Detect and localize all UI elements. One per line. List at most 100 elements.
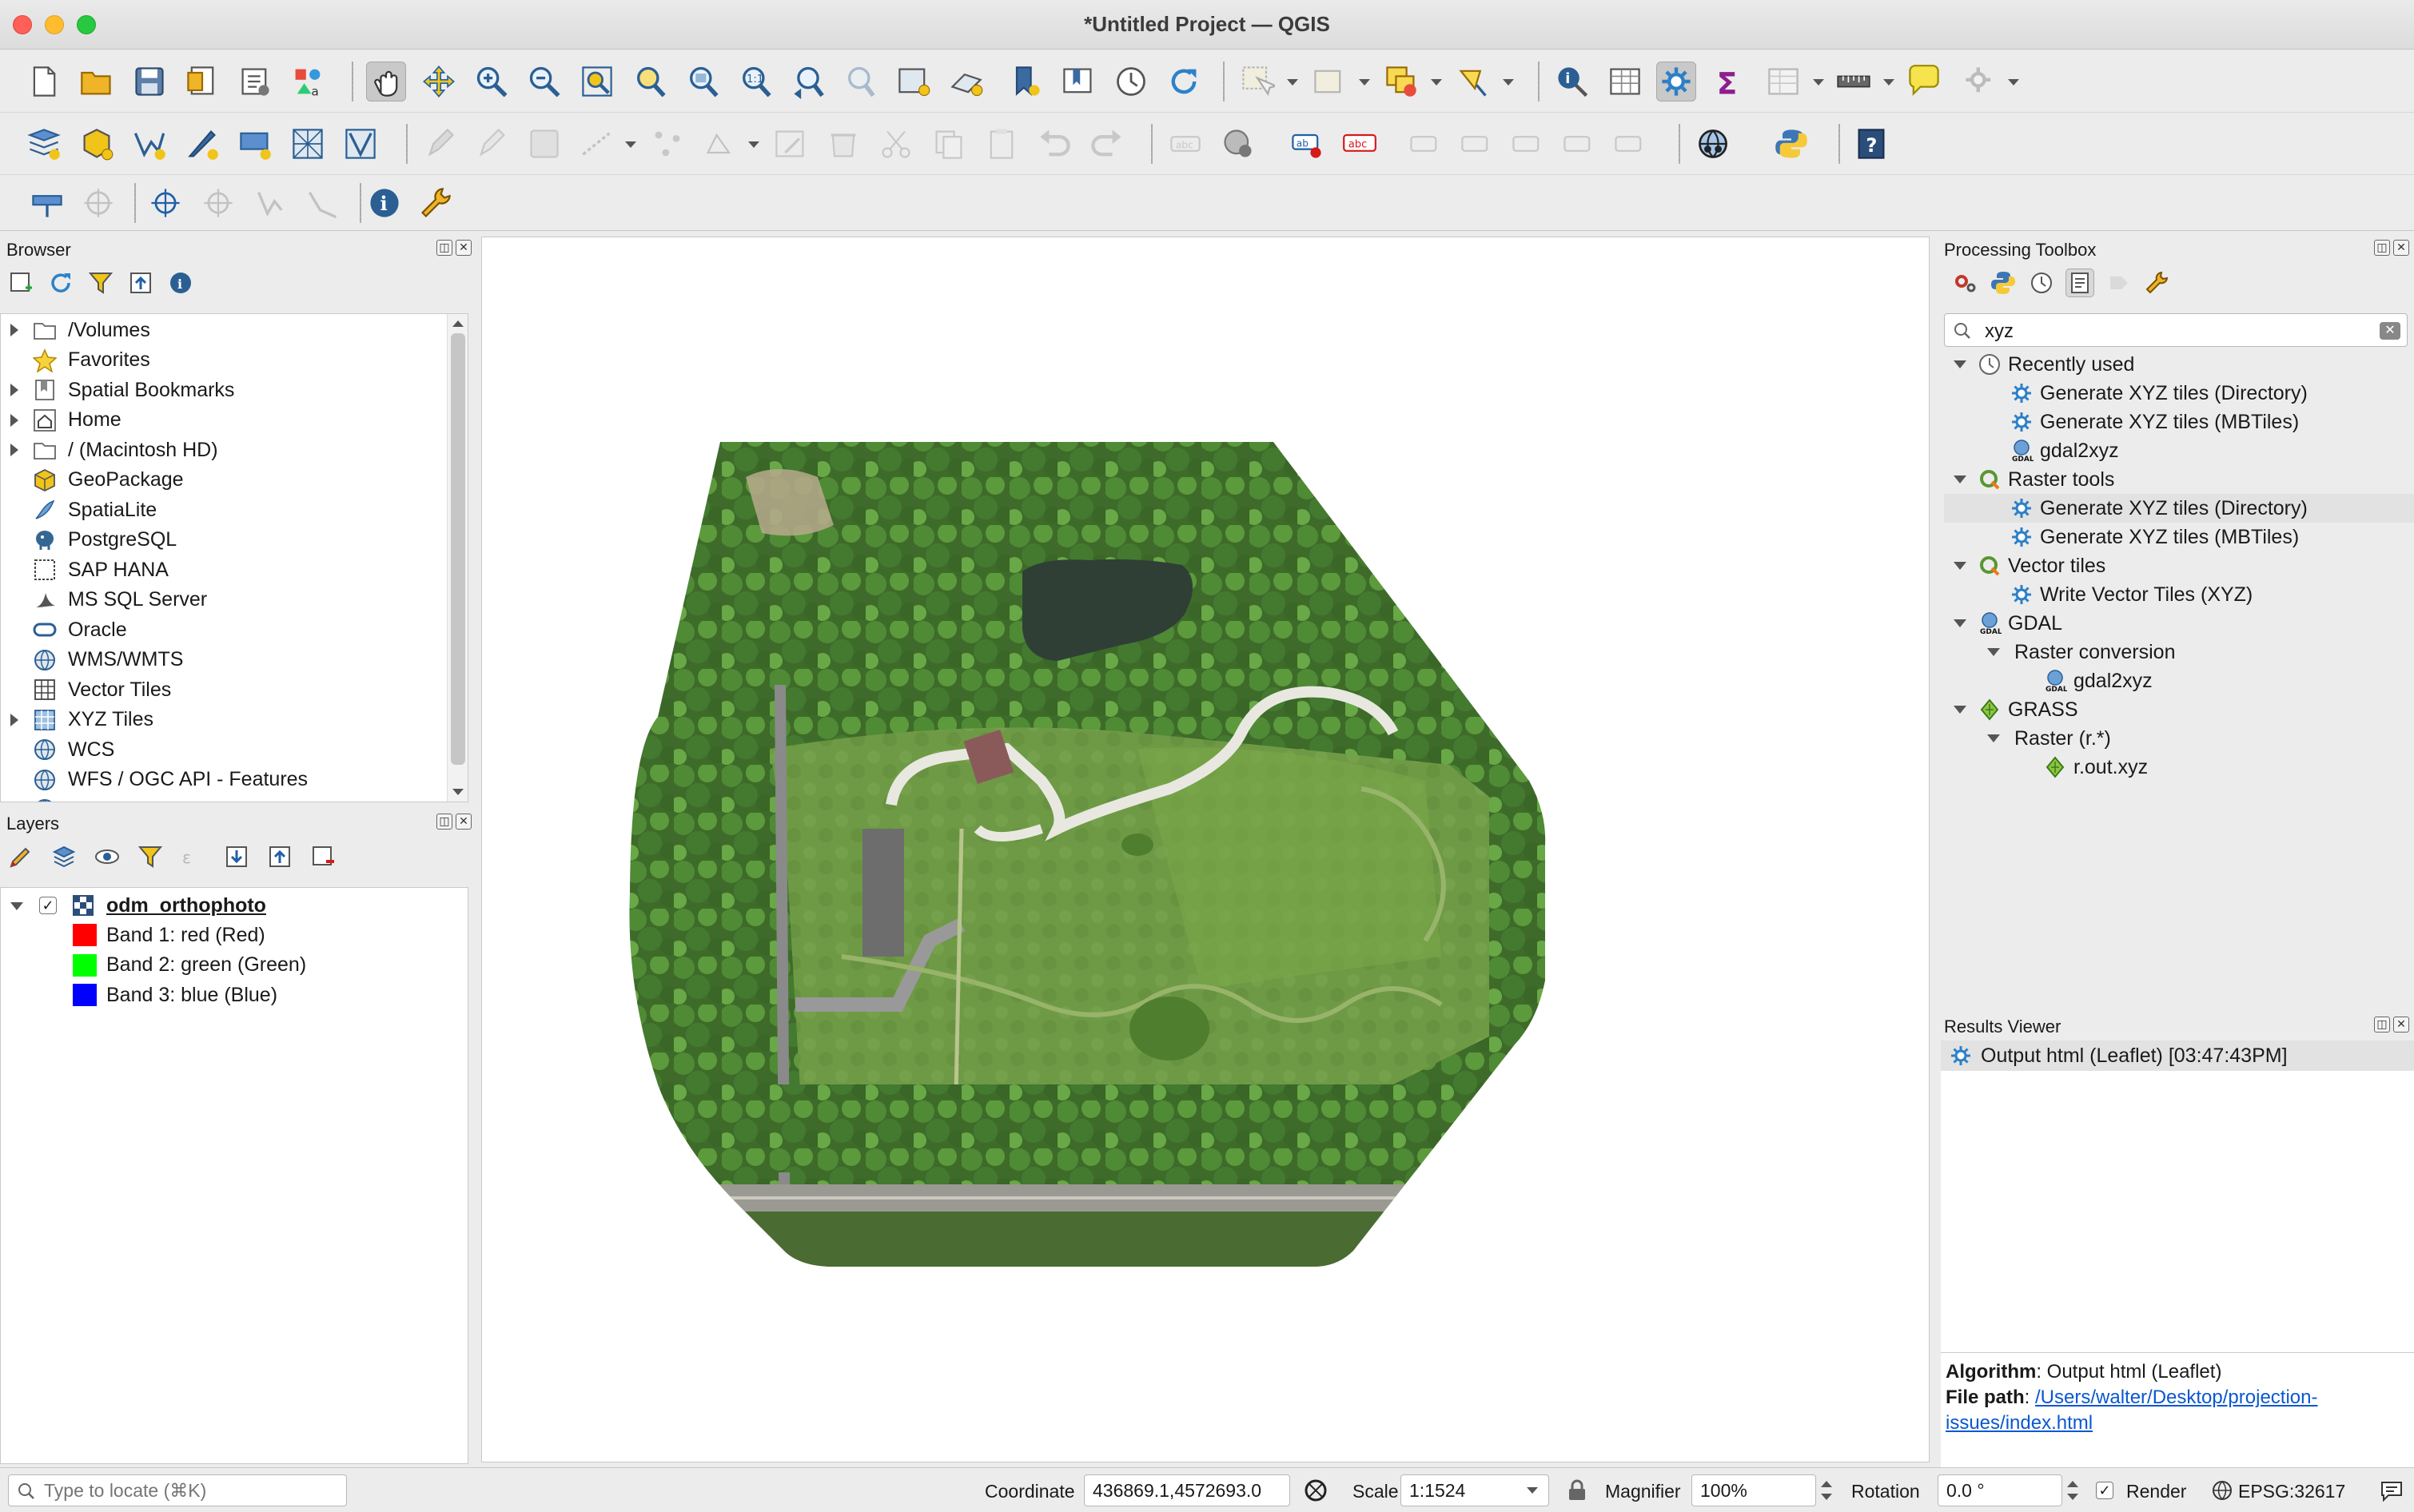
attribute-table-icon[interactable] <box>1763 62 1803 101</box>
text-annotation-icon[interactable]: abc <box>1340 124 1380 164</box>
select-by-value-icon[interactable] <box>1309 62 1349 101</box>
coordinate-field[interactable]: 436869.1,4572693.0 <box>1084 1474 1290 1506</box>
expand-arrow-icon[interactable] <box>10 713 18 726</box>
expand-arrow-icon[interactable] <box>10 444 18 456</box>
toolbox-item[interactable]: Generate XYZ tiles (Directory) <box>1944 494 2414 523</box>
browser-item[interactable]: Oracle <box>1 615 448 644</box>
browser-item[interactable]: /Volumes <box>1 316 448 344</box>
magnifier-field[interactable]: 100% <box>1691 1474 1816 1506</box>
close-panel-button[interactable]: ✕ <box>456 240 472 256</box>
browser-item[interactable]: Favorites <box>1 346 448 375</box>
zoom-out-icon[interactable] <box>524 62 564 101</box>
settings-gear-icon[interactable] <box>1960 62 2000 101</box>
collapse-arrow-icon[interactable] <box>1954 706 1966 714</box>
copy-features-icon[interactable] <box>929 124 969 164</box>
open-layer-styling-icon[interactable] <box>6 842 35 871</box>
band-legend-item[interactable]: Band 1: red (Red) <box>1 921 468 949</box>
reshape-features-icon[interactable] <box>251 183 291 223</box>
edit-features-in-place-icon[interactable] <box>2104 269 2133 297</box>
offset-curve-icon[interactable] <box>304 183 344 223</box>
collapse-arrow-icon[interactable] <box>1987 648 2000 656</box>
layer-labeling-icon[interactable]: ab <box>1287 124 1327 164</box>
browser-item[interactable]: SpatiaLite <box>1 495 448 524</box>
filter-by-expression-icon[interactable]: ε <box>179 842 208 871</box>
refresh-icon[interactable] <box>1164 62 1204 101</box>
collapse-arrow-icon[interactable] <box>1954 619 1966 627</box>
map-canvas[interactable] <box>481 237 1930 1462</box>
new-3d-map-view-icon[interactable] <box>946 62 986 101</box>
scripts-icon[interactable] <box>1989 269 2018 297</box>
rotate-label-icon[interactable] <box>1559 124 1599 164</box>
help-icon[interactable]: ? <box>1851 124 1891 164</box>
digitize-line-icon[interactable] <box>577 124 617 164</box>
browser-item[interactable]: WFS / OGC API - Features <box>1 766 448 794</box>
show-spatial-bookmarks-icon[interactable] <box>1058 62 1098 101</box>
new-project-icon[interactable] <box>24 62 64 101</box>
toolbox-item[interactable]: GDAL GDAL <box>1944 609 2414 638</box>
add-group-icon[interactable] <box>50 842 78 871</box>
messages-icon[interactable] <box>2379 1478 2404 1503</box>
browser-item[interactable]: WMS/WMTS <box>1 646 448 674</box>
paste-features-icon[interactable] <box>982 124 1022 164</box>
result-item[interactable]: Output html (Leaflet) [03:47:43PM] <box>1941 1040 2414 1071</box>
render-checkbox[interactable]: ✓ <box>2096 1482 2113 1499</box>
processing-toolbox-icon[interactable] <box>1656 62 1696 101</box>
zoom-native-resolution-icon[interactable]: 1:1 <box>735 62 775 101</box>
collapse-arrow-icon[interactable] <box>1954 562 1966 570</box>
vertex-editor-icon[interactable] <box>700 124 740 164</box>
browser-item[interactable]: ArcGIS REST Servers <box>1 795 448 802</box>
toolbox-item[interactable]: Raster conversion <box>1944 638 2414 666</box>
close-panel-button[interactable]: ✕ <box>456 814 472 830</box>
results-viewer-icon[interactable] <box>2065 269 2094 297</box>
scale-dropdown-icon[interactable] <box>1527 1487 1538 1494</box>
zoom-to-layer-icon[interactable] <box>683 62 723 101</box>
pin-labels-icon[interactable] <box>1405 124 1445 164</box>
toolbox-item[interactable]: GRASS <box>1944 695 2414 724</box>
save-project-icon[interactable] <box>129 62 169 101</box>
browser-properties-icon[interactable]: i <box>166 269 195 297</box>
browser-item[interactable]: / (Macintosh HD) <box>1 436 448 464</box>
filepath-link[interactable]: /Users/walter/Desktop/projection- <box>2035 1387 2317 1408</box>
processing-options-icon[interactable] <box>2142 269 2171 297</box>
add-layer-icon[interactable] <box>6 269 35 297</box>
measure-line-icon[interactable] <box>1834 62 1874 101</box>
crs-globe-icon[interactable] <box>2211 1479 2233 1502</box>
new-geopackage-layer-icon[interactable] <box>77 124 117 164</box>
vertex-tool-icon[interactable] <box>647 124 687 164</box>
identify-features-icon[interactable]: i <box>1552 62 1592 101</box>
toggle-extents-icon[interactable] <box>1303 1478 1328 1503</box>
collapse-arrow-icon[interactable] <box>1954 360 1966 368</box>
toolbox-item[interactable]: Generate XYZ tiles (MBTiles) <box>1944 523 2414 551</box>
browser-item[interactable]: PostgreSQL <box>1 526 448 555</box>
float-panel-button[interactable]: ◫ <box>436 814 452 830</box>
current-edits-icon[interactable] <box>420 124 460 164</box>
pan-map-icon[interactable] <box>366 62 406 101</box>
new-vertex-layer-icon[interactable] <box>341 124 380 164</box>
collapse-arrow-icon[interactable] <box>1954 475 1966 483</box>
float-panel-button[interactable]: ◫ <box>2374 1017 2390 1033</box>
zoom-last-icon[interactable] <box>788 62 828 101</box>
snapping-icon[interactable] <box>198 183 238 223</box>
toolbox-item[interactable]: Write Vector Tiles (XYZ) <box>1944 580 2414 609</box>
float-panel-button[interactable]: ◫ <box>2374 240 2390 256</box>
toolbox-item[interactable]: Raster tools <box>1944 465 2414 494</box>
advanced-digitizing-icon[interactable] <box>145 183 185 223</box>
filter-legend-icon[interactable] <box>136 842 165 871</box>
toolbox-item[interactable]: Generate XYZ tiles (MBTiles) <box>1944 408 2414 436</box>
cut-features-icon[interactable] <box>876 124 916 164</box>
expand-arrow-icon[interactable] <box>10 384 18 396</box>
toolbox-item[interactable]: r.out.xyz <box>1944 753 2414 782</box>
expand-all-icon[interactable] <box>222 842 251 871</box>
models-icon[interactable] <box>1950 269 1979 297</box>
modify-attributes-icon[interactable] <box>771 124 811 164</box>
collapse-all-icon[interactable] <box>126 269 155 297</box>
crs-label[interactable]: EPSG:32617 <box>2238 1481 2345 1502</box>
zoom-to-selection-icon[interactable] <box>630 62 670 101</box>
style-manager-icon[interactable]: a <box>288 62 328 101</box>
undo-icon[interactable] <box>1034 124 1074 164</box>
lock-icon[interactable] <box>1567 1479 1587 1502</box>
locator-search[interactable] <box>8 1474 347 1506</box>
layer-diagram-icon[interactable] <box>1218 124 1258 164</box>
new-map-view-icon[interactable] <box>894 62 934 101</box>
browser-item[interactable]: MS SQL Server <box>1 586 448 615</box>
